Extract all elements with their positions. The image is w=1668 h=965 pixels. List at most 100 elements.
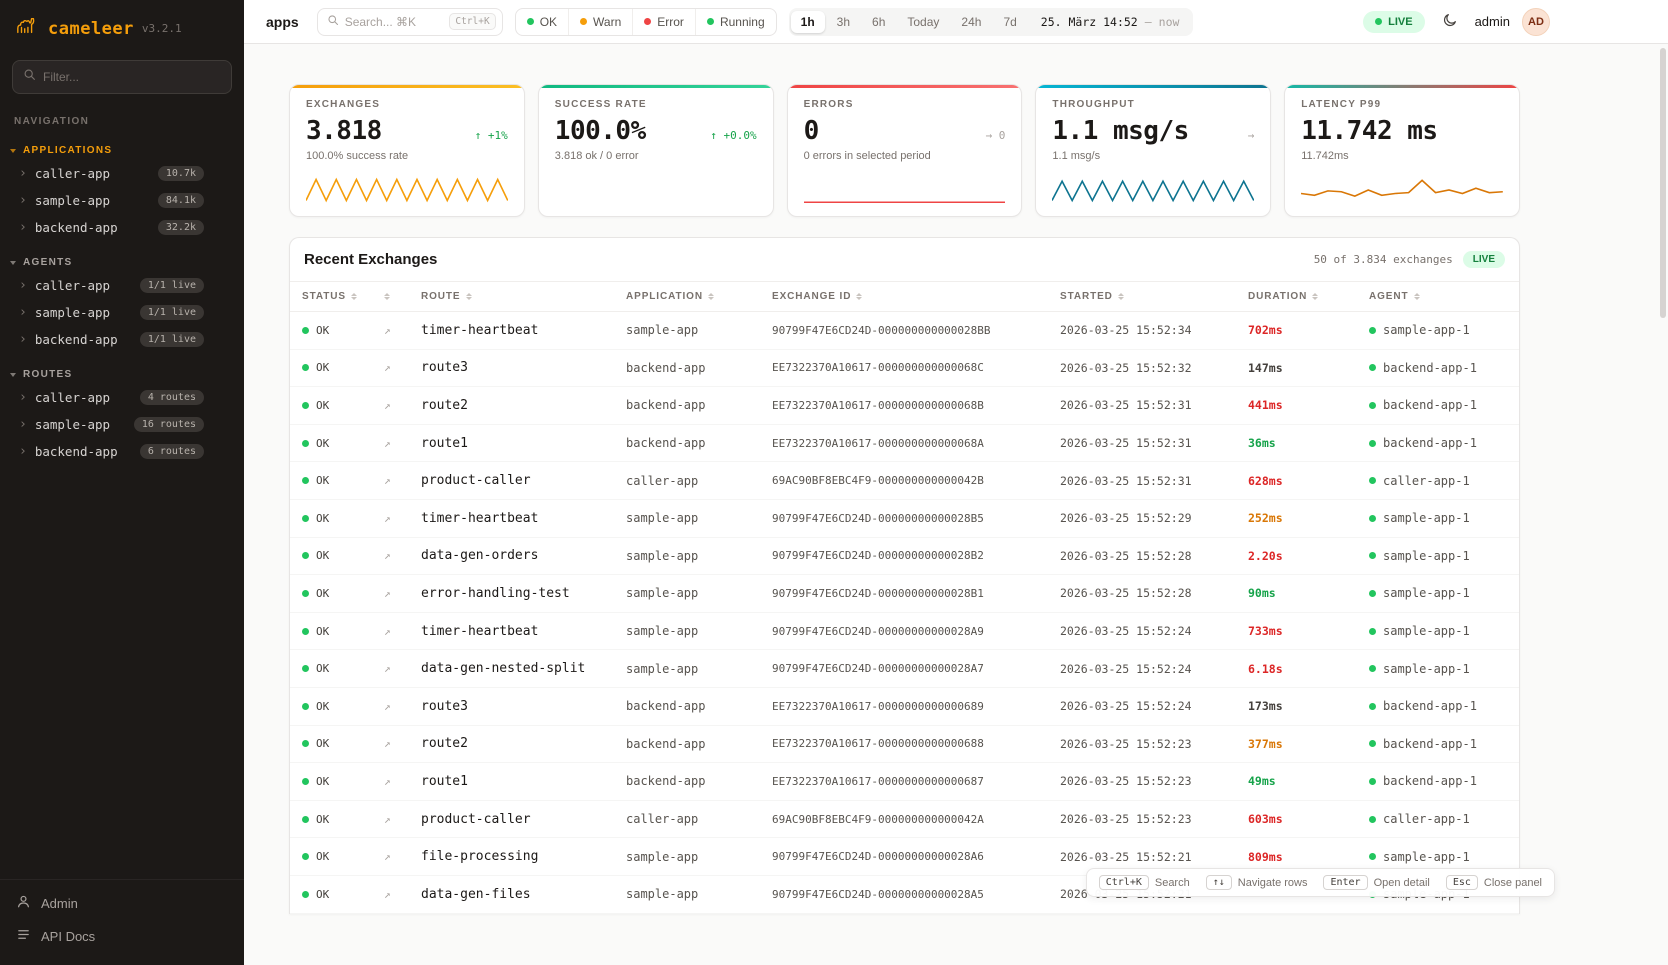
sidebar-item-backend-app[interactable]: ›backend-app32.2k	[0, 214, 244, 241]
agent-cell: caller-app-1	[1369, 474, 1507, 488]
table-row[interactable]: OK↗route2backend-appEE7322370A10617-0000…	[290, 726, 1519, 764]
column-header-status[interactable]: STATUS	[302, 291, 384, 302]
sidebar-item-backend-app[interactable]: ›backend-app6 routes	[0, 438, 244, 465]
column-header-duration[interactable]: DURATION	[1248, 291, 1369, 302]
sort-icon	[708, 293, 714, 300]
time-range-7d[interactable]: 7d	[993, 11, 1026, 33]
duration-cell: 252ms	[1248, 511, 1369, 525]
search-input[interactable]	[345, 15, 444, 29]
status-label: OK	[316, 888, 329, 901]
sidebar-item-sample-app[interactable]: ›sample-app16 routes	[0, 411, 244, 438]
table-row[interactable]: OK↗product-callercaller-app69AC90BF8EBC4…	[290, 801, 1519, 839]
column-header-route[interactable]: ROUTE	[421, 291, 626, 302]
status-ok-dot	[302, 440, 309, 447]
sidebar-item-caller-app[interactable]: ›caller-app10.7k	[0, 160, 244, 187]
sidebar-item-sample-app[interactable]: ›sample-app1/1 live	[0, 299, 244, 326]
scrollbar-thumb[interactable]	[1660, 48, 1666, 318]
table-row[interactable]: OK↗timer-heartbeatsample-app90799F47E6CD…	[290, 613, 1519, 651]
table-row[interactable]: OK↗timer-heartbeatsample-app90799F47E6CD…	[290, 312, 1519, 350]
sidebar-footer-api-docs[interactable]: API Docs	[16, 927, 228, 945]
started-cell: 2026-03-25 15:52:34	[1060, 323, 1248, 337]
column-header-application[interactable]: APPLICATION	[626, 291, 772, 302]
time-range-today[interactable]: Today	[897, 11, 949, 33]
column-header-agent[interactable]: AGENT	[1369, 291, 1507, 302]
open-detail-icon[interactable]: ↗	[384, 474, 421, 487]
open-detail-icon[interactable]: ↗	[384, 775, 421, 788]
table-row[interactable]: OK↗route2backend-appEE7322370A10617-0000…	[290, 387, 1519, 425]
status-filter-running[interactable]: Running	[696, 9, 776, 35]
live-toggle[interactable]: LIVE	[1363, 11, 1424, 33]
agent-cell: sample-app-1	[1369, 850, 1507, 864]
open-detail-icon[interactable]: ↗	[384, 700, 421, 713]
open-detail-icon[interactable]: ↗	[384, 888, 421, 901]
open-detail-icon[interactable]: ↗	[384, 737, 421, 750]
status-filter-warn[interactable]: Warn	[569, 9, 633, 35]
open-detail-icon[interactable]: ↗	[384, 437, 421, 450]
sidebar-item-caller-app[interactable]: ›caller-app4 routes	[0, 384, 244, 411]
table-row[interactable]: OK↗timer-heartbeatsample-app90799F47E6CD…	[290, 500, 1519, 538]
filter-input[interactable]	[43, 70, 221, 84]
docs-icon	[16, 927, 31, 945]
sidebar-item-label: backend-app	[35, 220, 118, 235]
sidebar-item-badge: 1/1 live	[140, 332, 204, 347]
agent-cell: sample-app-1	[1369, 624, 1507, 638]
table-row[interactable]: OK↗data-gen-nested-splitsample-app90799F…	[290, 650, 1519, 688]
open-detail-icon[interactable]: ↗	[384, 512, 421, 525]
hint-kbd: Enter	[1323, 875, 1367, 890]
open-detail-icon[interactable]: ↗	[384, 549, 421, 562]
table-row[interactable]: OK↗data-gen-orderssample-app90799F47E6CD…	[290, 538, 1519, 576]
status-label: OK	[316, 587, 329, 600]
status-filter-error[interactable]: Error	[633, 9, 696, 35]
user-name: admin	[1475, 14, 1510, 29]
table-row[interactable]: OK↗error-handling-testsample-app90799F47…	[290, 575, 1519, 613]
section-header-agents[interactable]: AGENTS	[0, 253, 244, 272]
column-header-started[interactable]: STARTED	[1060, 291, 1248, 302]
status-label: OK	[316, 399, 329, 412]
open-detail-icon[interactable]: ↗	[384, 587, 421, 600]
status-cell: OK	[302, 850, 384, 863]
sidebar-item-caller-app[interactable]: ›caller-app1/1 live	[0, 272, 244, 299]
table-row[interactable]: OK↗route3backend-appEE7322370A10617-0000…	[290, 350, 1519, 388]
table-title: Recent Exchanges	[304, 251, 437, 268]
table-row[interactable]: OK↗route1backend-appEE7322370A10617-0000…	[290, 763, 1519, 801]
avatar[interactable]: AD	[1522, 8, 1550, 36]
exchange-id-cell: 90799F47E6CD24D-00000000000028B5	[772, 512, 1060, 525]
time-range-6h[interactable]: 6h	[862, 11, 895, 33]
time-range-24h[interactable]: 24h	[951, 11, 991, 33]
duration-cell: 173ms	[1248, 699, 1369, 713]
table-row[interactable]: OK↗route3backend-appEE7322370A10617-0000…	[290, 688, 1519, 726]
dark-mode-toggle[interactable]	[1437, 9, 1463, 35]
sidebar-item-sample-app[interactable]: ›sample-app84.1k	[0, 187, 244, 214]
open-detail-icon[interactable]: ↗	[384, 361, 421, 374]
status-label: OK	[316, 437, 329, 450]
table-row[interactable]: OK↗product-callercaller-app69AC90BF8EBC4…	[290, 462, 1519, 500]
open-detail-icon[interactable]: ↗	[384, 625, 421, 638]
column-label: EXCHANGE ID	[772, 291, 851, 302]
table-row[interactable]: OK↗route1backend-appEE7322370A10617-0000…	[290, 425, 1519, 463]
application-cell: caller-app	[626, 812, 772, 826]
time-range-3h[interactable]: 3h	[827, 11, 860, 33]
open-detail-icon[interactable]: ↗	[384, 399, 421, 412]
agent-dot	[1369, 590, 1376, 597]
table-live-badge[interactable]: LIVE	[1463, 251, 1505, 268]
duration-cell: 377ms	[1248, 737, 1369, 751]
status-cell: OK	[302, 512, 384, 525]
status-label: OK	[316, 700, 329, 713]
section-header-applications[interactable]: APPLICATIONS	[0, 141, 244, 160]
open-detail-icon[interactable]: ↗	[384, 662, 421, 675]
open-detail-icon[interactable]: ↗	[384, 813, 421, 826]
status-ok-dot	[302, 327, 309, 334]
open-detail-icon[interactable]: ↗	[384, 324, 421, 337]
column-label: APPLICATION	[626, 291, 703, 302]
exchange-id-cell: 90799F47E6CD24D-00000000000028A9	[772, 625, 1060, 638]
sidebar-item-backend-app[interactable]: ›backend-app1/1 live	[0, 326, 244, 353]
section-header-routes[interactable]: ROUTES	[0, 365, 244, 384]
time-range-1h[interactable]: 1h	[791, 11, 825, 33]
status-filter-ok[interactable]: OK	[516, 9, 569, 35]
column-header-expand[interactable]	[384, 293, 421, 300]
open-detail-icon[interactable]: ↗	[384, 850, 421, 863]
status-cell: OK	[302, 437, 384, 450]
column-header-exchange-id[interactable]: EXCHANGE ID	[772, 291, 1060, 302]
scrollbar-track[interactable]	[1660, 48, 1666, 961]
sidebar-footer-admin[interactable]: Admin	[16, 894, 228, 912]
